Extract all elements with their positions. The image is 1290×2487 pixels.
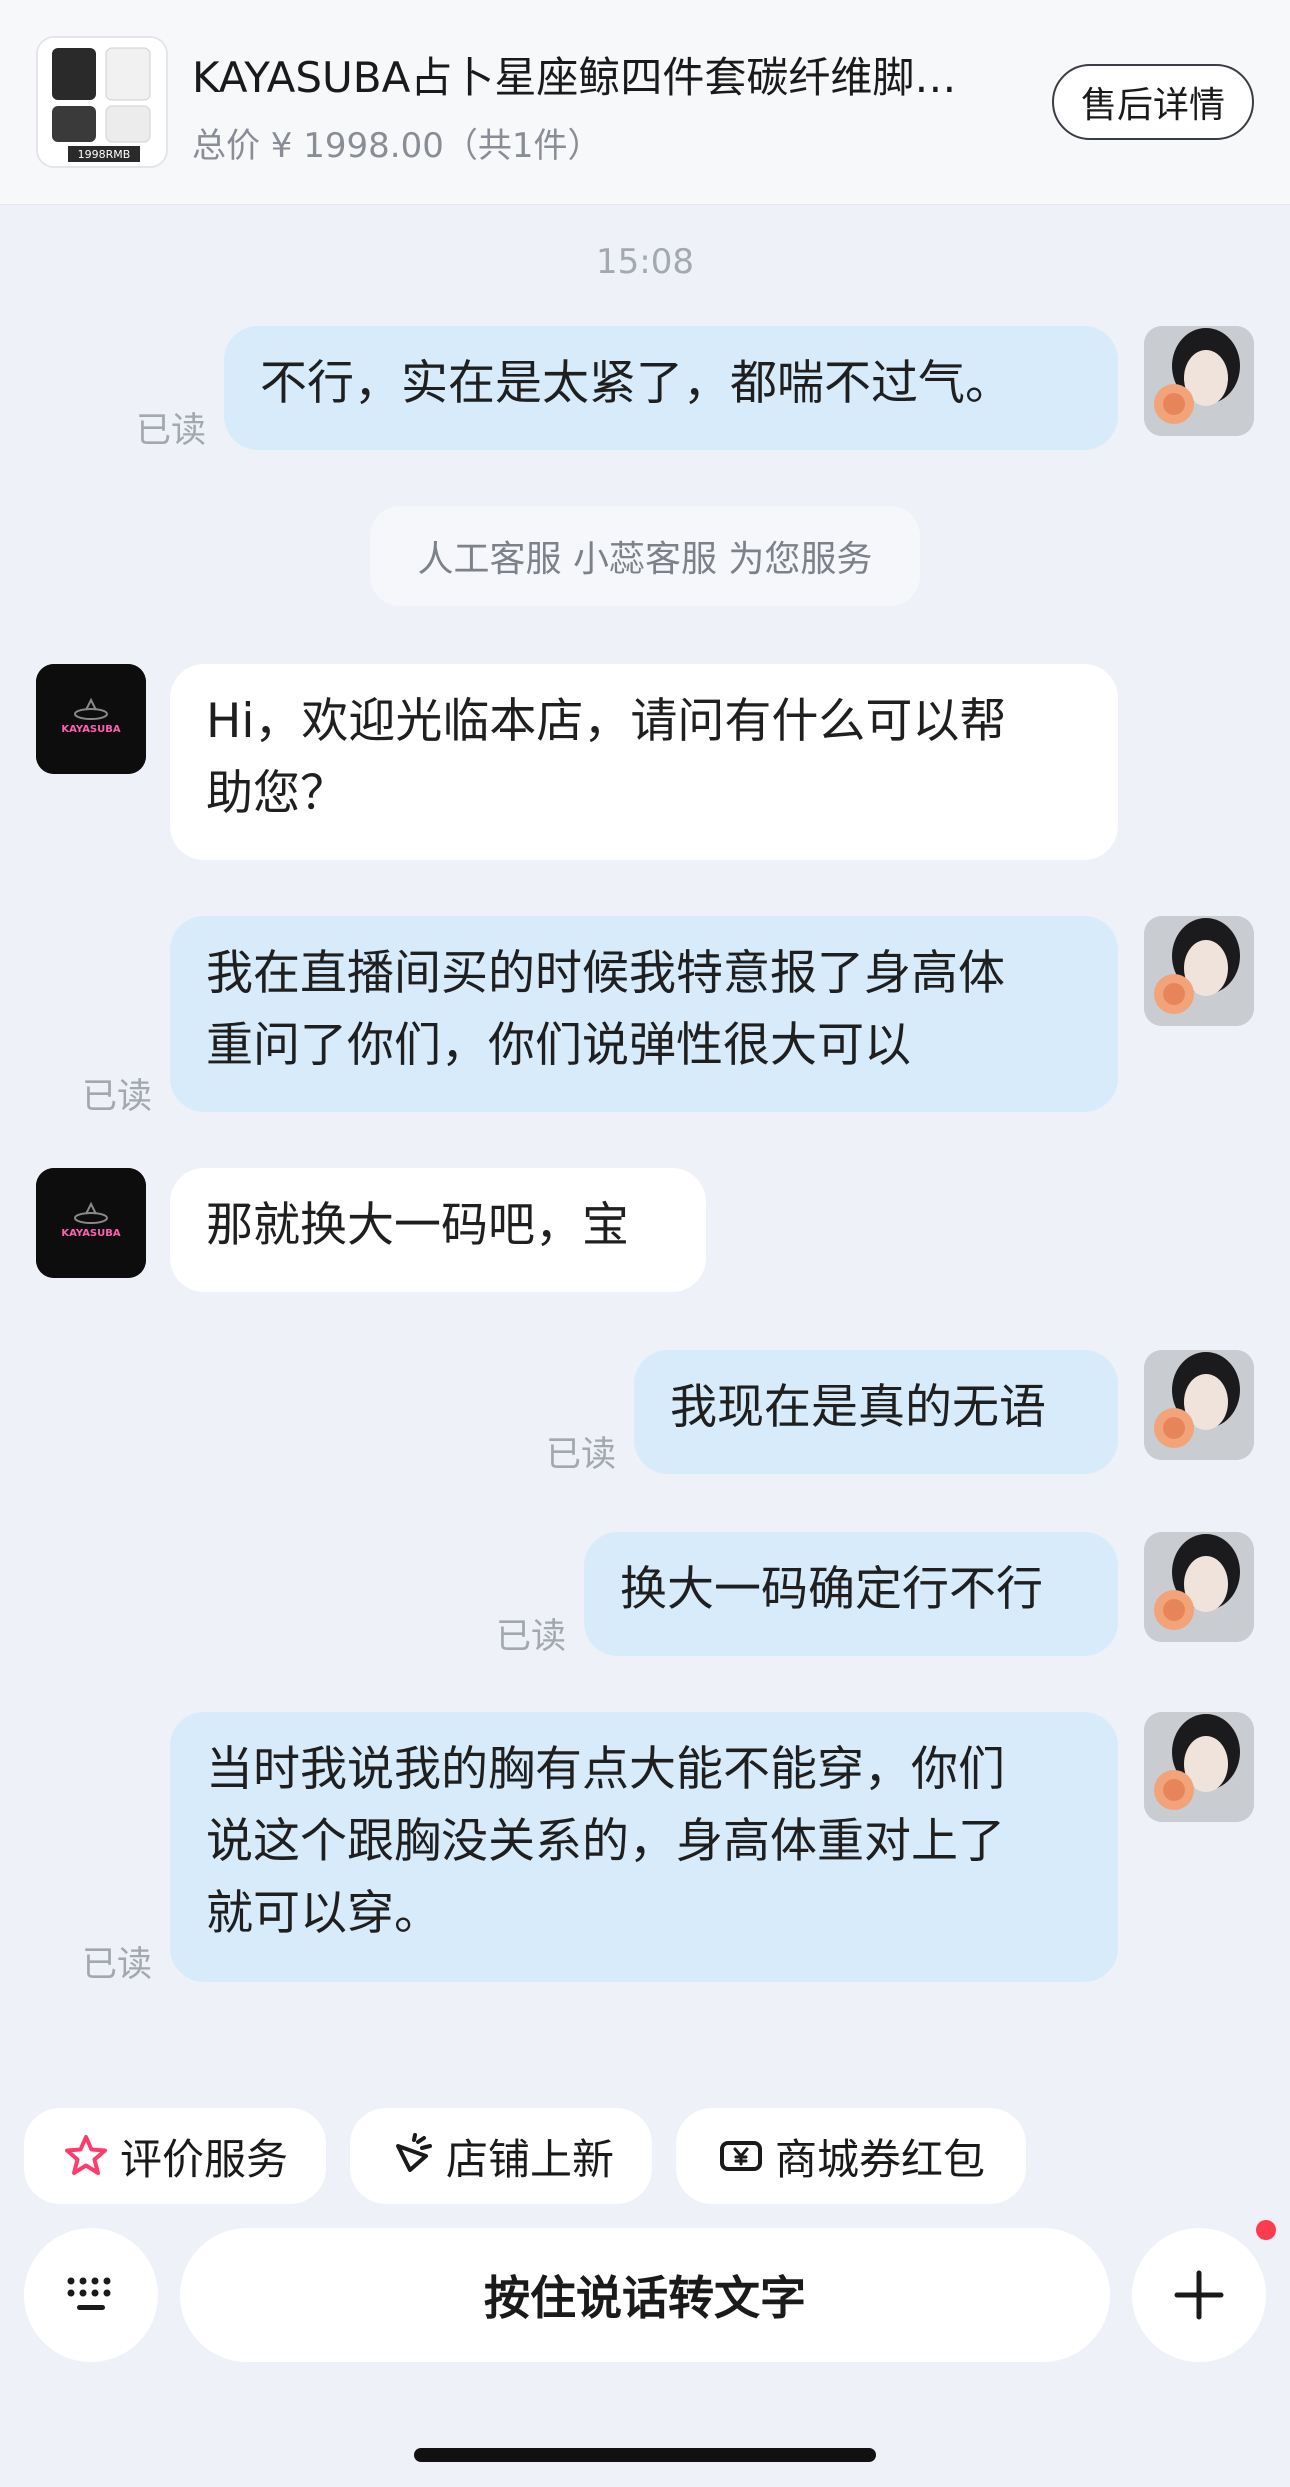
- user-avatar[interactable]: [1144, 1350, 1254, 1460]
- message-line: 重问了你们，你们说弹性很大可以: [206, 1018, 911, 1073]
- order-header: 1998RMB KAYASUBA占卜星座鲸四件套碳纤维脚… 总价 ¥ 1998.…: [0, 0, 1290, 205]
- chip-label: 商城券红包: [774, 2134, 985, 2184]
- user-avatar-image: [1144, 1350, 1254, 1460]
- message-text: 不行，实在是太紧了，都喘不过气。: [260, 356, 1012, 411]
- user-avatar[interactable]: [1144, 1712, 1254, 1822]
- keyboard-toggle-button[interactable]: [24, 2228, 158, 2362]
- message-text: 换大一码确定行不行: [620, 1562, 1043, 1617]
- message-line: Hi，欢迎光临本店，请问有什么可以帮: [206, 694, 1007, 749]
- message-text: 那就换大一码吧，宝: [206, 1198, 629, 1253]
- product-thumbnail[interactable]: 1998RMB: [36, 36, 168, 168]
- message-text: 我现在是真的无语: [670, 1380, 1046, 1435]
- shop-message-bubble[interactable]: 那就换大一码吧，宝: [170, 1168, 706, 1292]
- user-avatar[interactable]: [1144, 916, 1254, 1026]
- my-message-bubble[interactable]: 当时我说我的胸有点大能不能穿，你们 说这个跟胸没关系的，身高体重对上了 就可以穿…: [170, 1712, 1118, 1982]
- plus-icon: [1174, 2270, 1224, 2320]
- after-sales-button[interactable]: 售后详情: [1052, 64, 1254, 140]
- message-line: 就可以穿。: [206, 1886, 441, 1941]
- shop-logo-text: KAYASUBA: [61, 724, 120, 735]
- system-notice: 人工客服 小蕊客服 为您服务: [370, 506, 920, 606]
- star-icon: [64, 2135, 107, 2175]
- hold-to-talk-button[interactable]: 按住说话转文字: [180, 2228, 1110, 2362]
- message-timestamp: 15:08: [596, 242, 694, 282]
- user-avatar-image: [1144, 1712, 1254, 1822]
- read-receipt: 已读: [496, 1617, 567, 1657]
- coupon-chip[interactable]: 商城券红包: [676, 2108, 1026, 2204]
- shop-logo-text: KAYASUBA: [61, 1228, 120, 1239]
- read-receipt: 已读: [546, 1435, 617, 1475]
- home-indicator[interactable]: [414, 2448, 876, 2462]
- my-message-bubble[interactable]: 我现在是真的无语: [634, 1350, 1118, 1474]
- new-arrival-icon: [395, 2133, 432, 2172]
- shop-logo-icon: KAYASUBA: [36, 1168, 146, 1278]
- read-receipt: 已读: [82, 1077, 153, 1117]
- product-title[interactable]: KAYASUBA占卜星座鲸四件套碳纤维脚…: [192, 44, 1012, 105]
- product-image: 1998RMB: [38, 38, 166, 166]
- my-message-bubble[interactable]: 不行，实在是太紧了，都喘不过气。: [224, 326, 1118, 450]
- message-line: 助您？: [206, 766, 347, 821]
- notification-dot: [1256, 2220, 1276, 2240]
- user-avatar[interactable]: [1144, 326, 1254, 436]
- my-message-bubble[interactable]: 换大一码确定行不行: [584, 1532, 1118, 1656]
- message-line: 当时我说我的胸有点大能不能穿，你们: [206, 1742, 1005, 1797]
- read-receipt: 已读: [82, 1945, 153, 1985]
- user-avatar-image: [1144, 1532, 1254, 1642]
- my-message-bubble[interactable]: 我在直播间买的时候我特意报了身高体 重问了你们，你们说弹性很大可以: [170, 916, 1118, 1112]
- shop-message-bubble[interactable]: Hi，欢迎光临本店，请问有什么可以帮 助您？: [170, 664, 1118, 860]
- user-avatar-image: [1144, 916, 1254, 1026]
- chip-label: 评价服务: [119, 2134, 288, 2184]
- keyboard-icon: [67, 2277, 111, 2310]
- coupon-icon: [719, 2141, 762, 2171]
- shop-avatar[interactable]: KAYASUBA: [36, 1168, 146, 1278]
- shop-avatar[interactable]: KAYASUBA: [36, 664, 146, 774]
- chip-label: 店铺上新: [445, 2134, 614, 2184]
- thumb-label: 1998RMB: [78, 148, 131, 161]
- shop-logo-icon: KAYASUBA: [36, 664, 146, 774]
- user-avatar[interactable]: [1144, 1532, 1254, 1642]
- new-arrivals-chip[interactable]: 店铺上新: [350, 2108, 652, 2204]
- read-receipt: 已读: [136, 411, 207, 451]
- message-line: 说这个跟胸没关系的，身高体重对上了: [206, 1814, 1005, 1869]
- user-avatar-image: [1144, 326, 1254, 436]
- message-line: 我在直播间买的时候我特意报了身高体: [206, 946, 1005, 1001]
- total-price: 总价 ¥ 1998.00（共1件）: [192, 126, 602, 166]
- more-options-button[interactable]: [1132, 2228, 1266, 2362]
- rate-service-chip[interactable]: 评价服务: [24, 2108, 326, 2204]
